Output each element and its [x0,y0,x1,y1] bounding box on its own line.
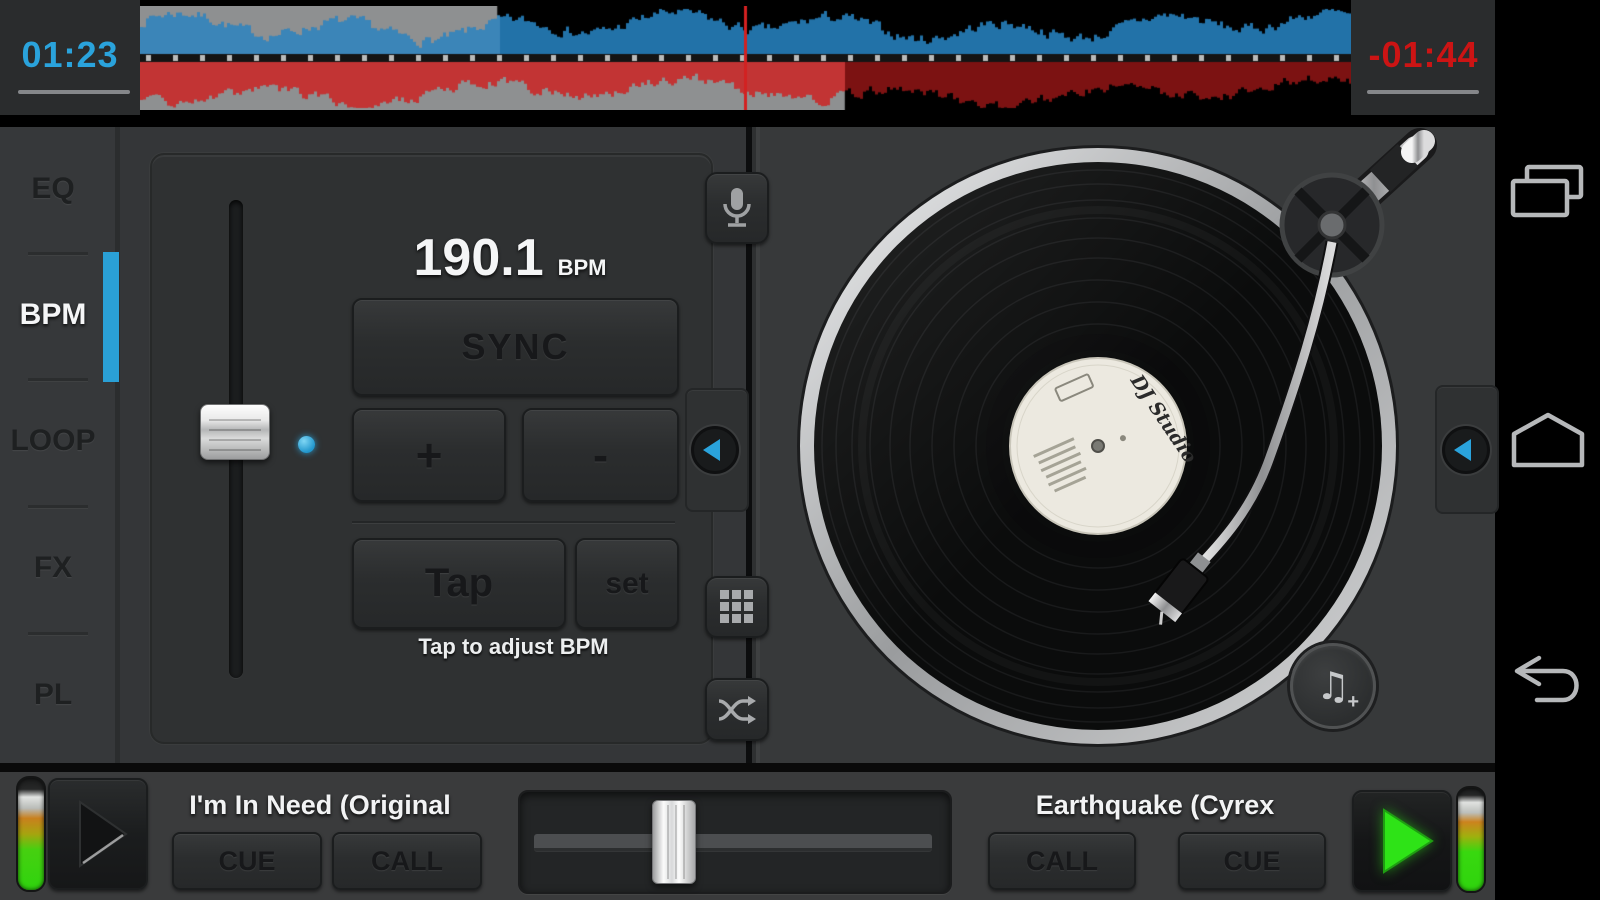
sidebar-item-pl[interactable]: PL [0,678,106,712]
mic-button[interactable] [705,172,769,244]
right-vu-meter [1456,786,1486,893]
sidebar-item-fx[interactable]: FX [0,551,106,585]
left-vu-meter [16,776,46,892]
left-cue-button[interactable]: CUE [172,832,322,890]
left-time-underline [18,90,130,94]
left-track-title: I'm In Need (Original [150,790,490,821]
left-call-button[interactable]: CALL [332,832,482,890]
microphone-icon [720,186,754,230]
bpm-unit: BPM [558,255,607,281]
tap-hint-text: Tap to adjust BPM [352,634,675,660]
back-icon[interactable] [1509,654,1589,714]
play-icon [1354,792,1450,890]
left-time-box: 01:23 [0,0,140,115]
grid-icon [719,589,755,625]
panel-groove [352,521,675,524]
sidebar-separator [28,632,88,636]
sync-button[interactable]: SYNC [352,298,679,396]
pitch-slider-handle[interactable] [200,404,270,460]
waveform-display[interactable] [140,6,1351,110]
right-deck-collapse-tab[interactable] [1435,385,1499,514]
bpm-value: 190.1 [413,228,543,288]
play-icon [50,780,146,888]
collapse-circle [691,426,739,474]
collapse-circle [1442,426,1490,474]
crossfader-track[interactable] [534,834,932,851]
right-call-button[interactable]: CALL [988,832,1136,890]
left-deck-collapse-tab[interactable] [685,388,749,512]
right-track-title: Earthquake (Cyrex [978,790,1332,821]
sidebar-item-bpm[interactable]: BPM [0,298,106,332]
left-time: 01:23 [0,34,140,76]
pads-button[interactable] [705,576,769,638]
sidebar-item-eq[interactable]: EQ [0,172,106,206]
sidebar-separator [28,378,88,382]
left-play-button[interactable] [48,778,148,890]
shuffle-icon [717,695,757,725]
crossfader-handle[interactable] [652,800,696,884]
bpm-minus-button[interactable]: - [522,408,679,502]
shuffle-button[interactable] [705,678,769,741]
sidebar-separator [28,505,88,509]
recent-apps-icon[interactable] [1509,164,1585,220]
pitch-zero-dot [298,436,315,453]
right-time-underline [1367,90,1479,94]
right-time-box: -01:44 [1351,0,1496,115]
bpm-plus-button[interactable]: + [352,408,506,502]
sidebar-item-loop[interactable]: LOOP [0,424,106,458]
turntable-platter[interactable]: DJ Studio [752,127,1495,763]
sidebar-active-indicator [103,252,119,382]
plus-mark: + [1347,691,1359,714]
dj-app-screen: 01:23 -01:44 EQ BPM LOOP FX PL 190.1 BPM… [0,0,1600,900]
right-time: -01:44 [1351,34,1496,76]
right-play-button[interactable] [1352,790,1452,892]
android-nav-bar [1495,0,1600,900]
triangle-left-icon [1454,439,1471,461]
set-button[interactable]: set [575,538,679,629]
add-music-button[interactable]: ♫ + [1290,643,1376,729]
home-icon[interactable] [1509,410,1587,470]
sidebar-separator [28,252,88,256]
bpm-display: 190.1 BPM [350,228,670,288]
right-cue-button[interactable]: CUE [1178,832,1326,890]
triangle-left-icon [703,439,720,461]
music-note-plus-icon: ♫ [1316,667,1350,705]
tap-button[interactable]: Tap [352,538,566,629]
